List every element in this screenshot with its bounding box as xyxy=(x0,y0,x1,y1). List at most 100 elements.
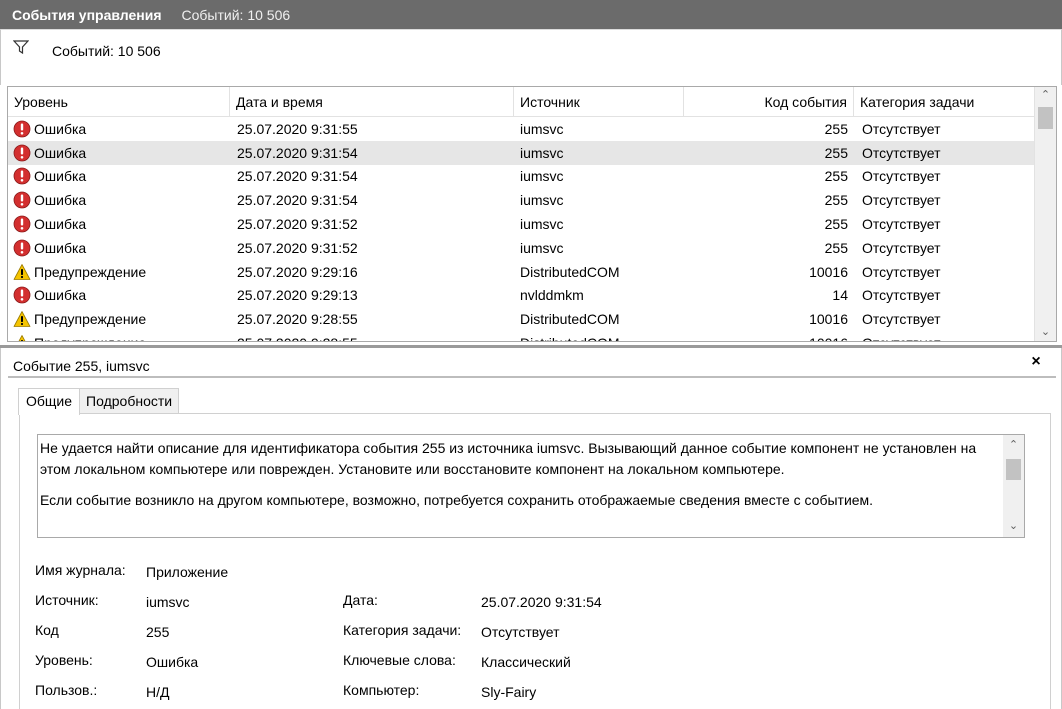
close-icon[interactable]: × xyxy=(1026,353,1046,371)
task-category-value: Отсутствует xyxy=(481,624,560,640)
keywords-label: Ключевые слова: xyxy=(343,652,456,668)
scroll-down-icon[interactable]: ⌄ xyxy=(1035,324,1056,341)
source-cell: iumsvc xyxy=(520,144,564,161)
date-cell: 25.07.2020 9:29:16 xyxy=(237,263,358,280)
error-icon xyxy=(13,215,31,233)
level-text: Предупреждение xyxy=(34,263,147,280)
date-cell: 25.07.2020 9:31:54 xyxy=(237,144,358,161)
task-category-cell: Отсутствует xyxy=(862,263,941,280)
date-label: Дата: xyxy=(343,592,378,608)
date-cell: 25.07.2020 9:28:55 xyxy=(230,331,514,341)
source-value: iumsvc xyxy=(146,594,190,610)
detail-title: Событие 255, iumsvc xyxy=(13,358,150,374)
column-header-level[interactable]: Уровень xyxy=(8,87,230,117)
event-code-cell: 255 xyxy=(824,239,848,256)
keywords-value: Классический xyxy=(481,654,571,670)
level-cell: Предупреждение xyxy=(8,260,230,284)
level-text: Предупреждение xyxy=(34,335,146,341)
journal-name-label: Имя журнала: xyxy=(35,562,126,578)
event-code-cell: 255 xyxy=(824,216,848,233)
table-row[interactable]: Ошибка 25.07.2020 9:31:55 iumsvc 255 Отсутст… xyxy=(8,117,1034,141)
source-cell: nvlddmkm xyxy=(520,287,584,304)
level-text: Ошибка xyxy=(34,287,87,304)
computer-value: Sly-Fairy xyxy=(481,684,537,700)
event-code-cell: 10016 xyxy=(684,331,854,341)
grid-scrollbar[interactable]: ⌃ ⌄ xyxy=(1034,87,1056,341)
warning-icon xyxy=(18,335,26,341)
scroll-up-icon[interactable]: ⌃ xyxy=(1003,437,1024,454)
description-paragraph: Если событие возникло на другом компьюте… xyxy=(40,492,874,508)
level-text: Ошибка xyxy=(34,120,87,137)
scroll-down-icon[interactable]: ⌄ xyxy=(1003,518,1024,535)
level-text: Ошибка xyxy=(34,239,87,256)
filter-icon[interactable] xyxy=(13,40,29,54)
table-row[interactable]: Предупреждение25.07.2020 9:28:55Distribu… xyxy=(8,307,1034,331)
task-category-cell: Отсутствует xyxy=(862,287,941,304)
event-code-cell: 255 xyxy=(824,144,848,161)
user-label: Пользов.: xyxy=(35,682,98,698)
level-cell: Предупреждение xyxy=(8,331,230,341)
code-label: Код xyxy=(35,622,59,638)
level-value: Ошибка xyxy=(146,654,199,670)
date-cell: 25.07.2020 9:31:52 xyxy=(237,216,358,233)
error-icon xyxy=(13,168,31,185)
code-value: 255 xyxy=(146,624,170,640)
column-header-task-category[interactable]: Категория задачи xyxy=(854,87,1034,117)
tab-details[interactable]: Подробности xyxy=(79,388,180,414)
description-scrollbar[interactable]: ⌃ ⌄ xyxy=(1003,435,1024,537)
source-cell: DistributedCOM xyxy=(514,331,684,341)
source-cell: iumsvc xyxy=(520,168,564,185)
table-row[interactable]: Предупреждение 25.07.2020 9:28:55Distribu… xyxy=(8,331,1034,341)
scrollbar-thumb[interactable] xyxy=(1006,459,1021,480)
scrollbar-thumb[interactable] xyxy=(1038,107,1053,129)
event-code-cell: 10016 xyxy=(809,263,848,280)
table-row[interactable]: Ошибка 25.07.2020 9:31:52 iumsvc 255 Отсутст… xyxy=(8,212,1034,236)
date-cell: 25.07.2020 9:31:54 xyxy=(237,192,358,209)
source-cell: iumsvc xyxy=(520,192,564,209)
level-label: Уровень: xyxy=(35,652,93,668)
warning-icon xyxy=(13,311,31,328)
window-title: События управления xyxy=(12,6,162,23)
error-icon xyxy=(13,239,31,257)
computer-label: Компьютер: xyxy=(343,682,420,698)
column-header-source[interactable]: Источник xyxy=(514,87,684,117)
table-row[interactable]: Ошибка 25.07.2020 9:31:54 iumsvc 255 Отсутст… xyxy=(8,140,1034,165)
event-code-cell: 14 xyxy=(832,287,848,304)
level-cell: Ошибка xyxy=(8,236,230,260)
scroll-up-icon[interactable]: ⌃ xyxy=(1035,87,1056,104)
level-text: Ошибка xyxy=(34,192,87,209)
grid-rows: Ошибка 25.07.2020 9:31:55 iumsvc 255 Отсутст… xyxy=(8,117,1034,341)
table-row[interactable]: Ошибка 25.07.2020 9:31:52 iumsvc 255 Отсутст… xyxy=(8,236,1034,260)
level-cell: Ошибка xyxy=(8,141,230,165)
column-header-event-code[interactable]: Код события xyxy=(684,87,854,117)
table-row[interactable]: Ошибка 25.07.2020 9:31:54 iumsvc 255 Отсутст… xyxy=(8,188,1034,212)
task-category-cell: Отсутствует xyxy=(862,192,941,209)
level-text: Предупреждение xyxy=(34,311,147,328)
event-code-cell: 255 xyxy=(824,168,848,185)
source-cell: iumsvc xyxy=(520,216,564,233)
description-paragraph: Не удается найти описание для идентифика… xyxy=(40,440,977,477)
event-code-cell: 10016 xyxy=(809,311,848,328)
level-cell: Ошибка xyxy=(8,212,230,236)
date-cell: 25.07.2020 9:28:55 xyxy=(237,311,358,328)
tab-general[interactable]: Общие xyxy=(18,388,81,415)
task-category-cell: Отсутствует xyxy=(862,239,941,256)
table-row[interactable]: Предупреждение 25.07.2020 9:29:16 Distribu… xyxy=(8,260,1034,284)
event-code-cell: 255 xyxy=(824,192,848,209)
task-category-label: Категория задачи: xyxy=(343,622,462,638)
filter-bar: Событий: 10 506 xyxy=(0,29,1062,85)
user-value: Н/Д xyxy=(146,684,170,700)
level-cell: Ошибка xyxy=(8,117,230,141)
task-category-cell: Отсутствует xyxy=(862,120,941,137)
level-cell: Ошибка xyxy=(8,284,230,308)
table-row[interactable]: Ошибка 25.07.2020 9:29:13 nvlddmkm 14 Отсутс… xyxy=(8,284,1034,308)
column-header-date[interactable]: Дата и время xyxy=(230,87,514,117)
source-cell: DistributedCOM xyxy=(520,263,620,280)
table-row[interactable]: Ошибка 25.07.2020 9:31:54 iumsvc 255 Отсутст… xyxy=(8,165,1034,189)
event-description[interactable]: Не удается найти описание для идентифика… xyxy=(37,434,1025,538)
events-grid[interactable]: Уровень Дата и время Источник Код событи… xyxy=(7,86,1057,342)
detail-divider xyxy=(8,376,1056,378)
title-bar: События управления Событий: 10 506 xyxy=(0,0,1062,29)
task-category-cell: Отсутствует xyxy=(862,216,941,233)
task-category-cell: Отсутствует xyxy=(862,144,941,161)
